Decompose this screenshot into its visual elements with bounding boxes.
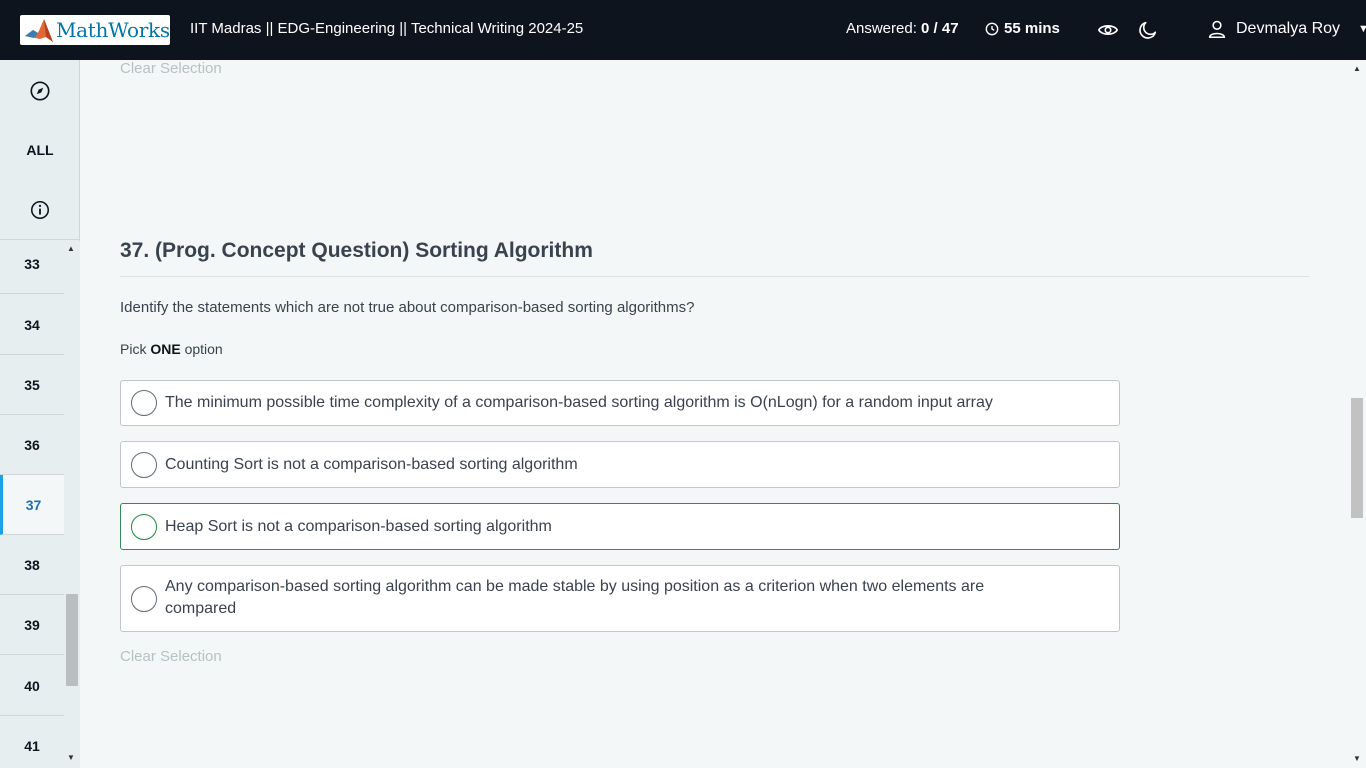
question-list: 33 34 35 36 37 38 39 40 41 [0, 241, 64, 768]
answered-label: Answered: [846, 20, 917, 37]
sidebar-scrollbar[interactable]: ▲ ▼ [64, 241, 80, 768]
answered-value: 0 / 47 [921, 20, 959, 37]
question-title: 37. (Prog. Concept Question) Sorting Alg… [120, 239, 593, 262]
question-sidebar: ALL 33 34 35 36 37 38 39 40 41 ▲ ▼ [0, 60, 80, 768]
scroll-up-arrow-icon[interactable]: ▲ [67, 244, 75, 253]
top-header: MathWorks IIT Madras || EDG-Engineering … [0, 0, 1366, 60]
question-nav-40[interactable]: 40 [0, 656, 64, 716]
answered-count: Answered: 0 / 47 [846, 20, 959, 37]
question-nav-39[interactable]: 39 [0, 595, 64, 655]
clear-selection-link[interactable]: Clear Selection [120, 648, 222, 665]
sidebar-scroll-thumb[interactable] [66, 594, 78, 686]
question-nav-33[interactable]: 33 [0, 241, 64, 294]
eye-icon[interactable] [1097, 19, 1119, 41]
info-button[interactable] [0, 190, 80, 230]
answer-option-1[interactable]: The minimum possible time complexity of … [120, 380, 1120, 426]
all-questions-button[interactable]: ALL [0, 130, 80, 170]
user-name: Devmalya Roy [1236, 20, 1341, 37]
user-menu[interactable]: Devmalya Roy ▼ [1206, 18, 1366, 40]
compass-icon [30, 81, 50, 101]
answer-option-3[interactable]: Heap Sort is not a comparison-based sort… [120, 503, 1120, 550]
mathworks-logo: MathWorks [20, 15, 170, 45]
title-divider [120, 276, 1310, 277]
logo-text: MathWorks [56, 18, 170, 42]
sidebar-tools: ALL [0, 60, 80, 240]
question-nav-38[interactable]: 38 [0, 535, 64, 595]
radio-button[interactable] [131, 586, 157, 612]
radio-button[interactable] [131, 514, 157, 540]
answer-option-4[interactable]: Any comparison-based sorting algorithm c… [120, 565, 1120, 632]
question-nav-37-active[interactable]: 37 [0, 475, 64, 535]
compass-button[interactable] [0, 71, 80, 111]
question-nav-35[interactable]: 35 [0, 355, 64, 415]
option-label: Heap Sort is not a comparison-based sort… [165, 518, 552, 535]
radio-button[interactable] [131, 390, 157, 416]
radio-button[interactable] [131, 452, 157, 478]
pick-suffix: option [180, 341, 223, 357]
main-scroll-thumb[interactable] [1351, 398, 1363, 518]
pick-instruction: Pick ONE option [120, 341, 223, 357]
caret-down-icon: ▼ [1358, 23, 1366, 35]
timer: 55 mins [985, 20, 1060, 37]
mathworks-membrane-icon [25, 19, 53, 42]
scroll-down-arrow-icon[interactable]: ▼ [67, 753, 75, 762]
clear-selection-link-previous[interactable]: Clear Selection [120, 60, 222, 77]
answer-option-2[interactable]: Counting Sort is not a comparison-based … [120, 441, 1120, 488]
option-label: The minimum possible time complexity of … [165, 394, 993, 411]
question-text: Identify the statements which are not tr… [120, 299, 695, 316]
info-icon [30, 200, 50, 220]
pick-prefix: Pick [120, 341, 151, 357]
test-title: IIT Madras || EDG-Engineering || Technic… [190, 20, 584, 37]
option-label: Any comparison-based sorting algorithm c… [165, 578, 985, 617]
main-scrollbar[interactable]: ▲ ▼ [1349, 60, 1366, 768]
question-nav-34[interactable]: 34 [0, 295, 64, 355]
scroll-up-arrow-icon[interactable]: ▲ [1353, 64, 1361, 73]
moon-icon[interactable] [1137, 19, 1159, 41]
question-nav-36[interactable]: 36 [0, 415, 64, 475]
clock-icon [985, 22, 999, 35]
timer-value: 55 mins [1004, 20, 1060, 37]
option-label: Counting Sort is not a comparison-based … [165, 456, 578, 473]
scroll-down-arrow-icon[interactable]: ▼ [1353, 754, 1361, 763]
pick-emphasis: ONE [150, 341, 181, 357]
user-icon [1208, 20, 1226, 39]
question-nav-41[interactable]: 41 [0, 716, 64, 768]
